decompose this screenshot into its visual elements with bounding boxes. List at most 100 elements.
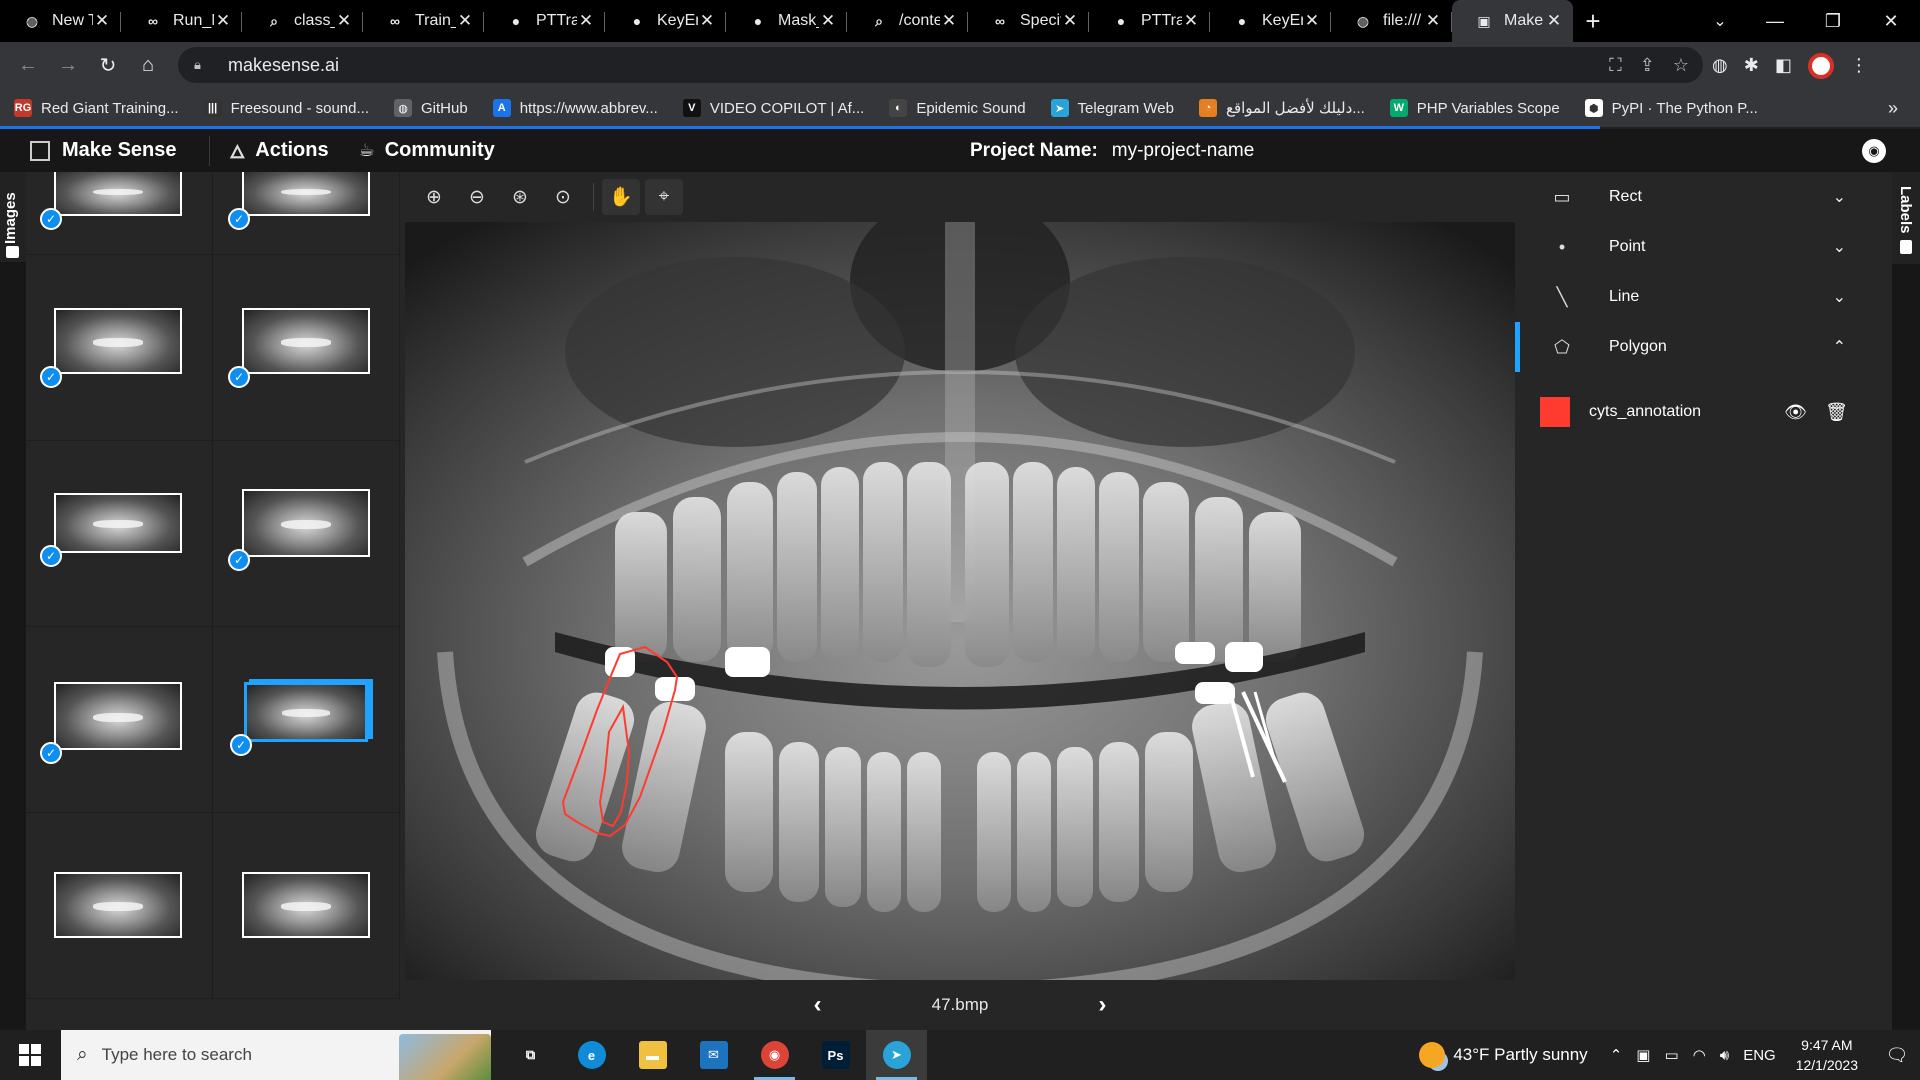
bookmark-item[interactable]: ◐ Epidemic Sound xyxy=(889,99,1026,117)
window-close-icon[interactable]: ✕ xyxy=(1862,0,1920,42)
hand-icon[interactable]: ✋ xyxy=(602,179,640,215)
forward-icon[interactable]: → xyxy=(48,46,88,86)
menu-community[interactable]: ☕ Community xyxy=(359,139,495,162)
taskbar-app[interactable]: ➤ xyxy=(866,1030,927,1080)
tab-search-icon[interactable]: ⌄ xyxy=(1700,0,1740,42)
tab-close-icon[interactable]: ✕ xyxy=(1545,11,1563,31)
bookmark-star-icon[interactable]: ☆ xyxy=(1673,55,1689,76)
chevron-down-icon[interactable]: ⌄ xyxy=(1833,287,1846,307)
previous-image-icon[interactable]: ‹ xyxy=(814,991,822,1019)
tab-close-icon[interactable]: ✕ xyxy=(819,11,837,31)
address-bar[interactable]: 🔒︎ makesense.ai ⛶ ⇪ ☆ xyxy=(178,47,1703,83)
volume-icon[interactable]: 🔊︎ xyxy=(1720,1047,1729,1064)
tab-close-icon[interactable]: ✕ xyxy=(940,11,958,31)
project-name-input[interactable]: my-project-name xyxy=(1112,140,1255,162)
translate-icon[interactable]: ⛶ xyxy=(1609,55,1622,76)
browser-tab[interactable]: ∞ Run_N✕ xyxy=(121,0,242,42)
tab-close-icon[interactable]: ✕ xyxy=(93,11,111,31)
zoom-out-icon[interactable]: ⊖ xyxy=(458,179,496,215)
chevron-down-icon[interactable]: ⌄ xyxy=(1833,237,1846,257)
battery-icon[interactable]: ▭ xyxy=(1664,1046,1678,1064)
bookmark-item[interactable]: ◍ GitHub xyxy=(394,99,468,117)
tab-close-icon[interactable]: ✕ xyxy=(335,11,353,31)
tab-close-icon[interactable]: ✕ xyxy=(1061,11,1079,31)
share-icon[interactable]: ⇪ xyxy=(1640,55,1655,76)
browser-tab[interactable]: ● Mask_✕ xyxy=(726,0,847,42)
browser-menu-icon[interactable]: ⋮ xyxy=(1850,55,1868,76)
chevron-up-icon[interactable]: ⌃ xyxy=(1610,1046,1623,1064)
bookmark-item[interactable]: Ahttps://www.abbrev... xyxy=(492,99,658,117)
browser-tab[interactable]: ⌕ class_i✕ xyxy=(242,0,363,42)
bookmark-item[interactable]: ||| Freesound - sound... xyxy=(203,99,369,117)
menu-actions[interactable]: 🜂 Actions xyxy=(230,132,329,169)
zoom-in-icon[interactable]: ⊕ xyxy=(415,179,453,215)
browser-tab[interactable]: ∞ Specif ✕ xyxy=(968,0,1089,42)
minimize-icon[interactable]: — xyxy=(1746,0,1804,42)
back-icon[interactable]: ← xyxy=(8,46,48,86)
wifi-icon[interactable]: ◠ xyxy=(1693,1046,1706,1064)
weather-widget[interactable]: 43°F Partly sunny xyxy=(1419,1042,1588,1068)
browser-tab[interactable]: ⌕ /conte ✕ xyxy=(847,0,968,42)
browser-tab[interactable]: ∞ Train_ ✕ xyxy=(363,0,484,42)
images-side-tab[interactable]: Images xyxy=(0,172,26,1030)
crosshair-icon[interactable]: ⌖ xyxy=(645,179,683,215)
taskbar-app[interactable]: ▬ xyxy=(622,1030,683,1080)
taskbar-app[interactable]: ⧉ xyxy=(500,1030,561,1080)
brand[interactable]: Make Sense xyxy=(30,139,177,162)
zoom-actual-icon[interactable]: ⊙ xyxy=(544,179,582,215)
tool-point[interactable]: • Point ⌄ xyxy=(1515,222,1892,272)
bookmark-item[interactable]: ◔ دليلك لأفضل المواقع... xyxy=(1198,99,1365,117)
browser-tab[interactable]: ● PTTra:✕ xyxy=(1089,0,1210,42)
tool-rect[interactable]: ▭ Rect ⌄ xyxy=(1515,172,1892,222)
eye-icon[interactable]: 👁︎ xyxy=(1784,402,1807,423)
github-icon[interactable]: ◉ xyxy=(1862,139,1886,163)
browser-tab[interactable]: ◍ file:///✕ xyxy=(1331,0,1452,42)
tab-close-icon[interactable]: ✕ xyxy=(698,11,716,31)
bookmark-item[interactable]: ➤ Telegram Web xyxy=(1050,99,1174,117)
tool-line[interactable]: ╲ Line ⌄ xyxy=(1515,272,1892,322)
home-icon[interactable]: ⌂ xyxy=(128,46,168,86)
chevron-down-icon[interactable]: ⌄ xyxy=(1833,187,1846,207)
bookmark-item[interactable]: V VIDEO COPILOT | Af... xyxy=(682,99,864,117)
browser-tab[interactable]: ● PTTra:✕ xyxy=(484,0,605,42)
meet-icon[interactable]: ▣ xyxy=(1636,1046,1650,1064)
bookmark-item[interactable]: RG Red Giant Training... xyxy=(14,99,179,117)
tool-polygon[interactable]: ⬠ Polygon ⌃ xyxy=(1515,322,1892,372)
label-item[interactable]: cyts_annotation 👁︎ 🗑︎ xyxy=(1515,390,1892,434)
vpn-extension-icon[interactable]: ◍ xyxy=(1712,55,1728,76)
taskbar-app[interactable]: e xyxy=(561,1030,622,1080)
zoom-fit-icon[interactable]: ⊛ xyxy=(501,179,539,215)
tab-close-icon[interactable]: ✕ xyxy=(456,11,474,31)
next-image-icon[interactable]: › xyxy=(1098,991,1106,1019)
new-tab-button[interactable]: + xyxy=(1573,0,1613,42)
taskbar-search[interactable]: ⌕ Type here to search xyxy=(61,1030,491,1080)
taskbar-app[interactable]: ✉ xyxy=(683,1030,744,1080)
browser-tab[interactable]: ● KeyEr ✕ xyxy=(605,0,726,42)
chevron-up-icon[interactable]: ⌃ xyxy=(1833,337,1846,357)
profile-avatar[interactable] xyxy=(1807,52,1834,79)
image-canvas[interactable] xyxy=(405,222,1515,980)
bookmark-item[interactable]: ⬢ PyPI · The Python P... xyxy=(1584,99,1758,117)
browser-tab[interactable]: ● KeyEr ✕ xyxy=(1210,0,1331,42)
tab-close-icon[interactable]: ✕ xyxy=(577,11,595,31)
start-button[interactable] xyxy=(0,1030,60,1080)
restore-icon[interactable]: ❐ xyxy=(1804,0,1862,42)
browser-tab[interactable]: ▣ Make ✕ xyxy=(1452,0,1573,42)
tab-close-icon[interactable]: ✕ xyxy=(1303,11,1321,31)
reload-icon[interactable]: ↻ xyxy=(88,46,128,86)
extensions-puzzle-icon[interactable]: ✱ xyxy=(1744,55,1759,76)
tab-close-icon[interactable]: ✕ xyxy=(1182,11,1200,31)
tab-close-icon[interactable]: ✕ xyxy=(214,11,232,31)
taskbar-app[interactable]: ◉ xyxy=(744,1030,805,1080)
label-color-swatch[interactable] xyxy=(1540,397,1570,427)
taskbar-app[interactable]: Ps xyxy=(805,1030,866,1080)
clock[interactable]: 9:47 AM 12/1/2023 xyxy=(1796,1035,1858,1075)
bookmark-item[interactable]: W PHP Variables Scope xyxy=(1389,99,1560,117)
labels-side-tab[interactable]: Labels xyxy=(1892,172,1920,1030)
tab-close-icon[interactable]: ✕ xyxy=(1424,11,1442,31)
language-indicator[interactable]: ENG xyxy=(1743,1047,1776,1064)
browser-tab[interactable]: ◍ New T✕ xyxy=(0,0,121,42)
bookmarks-overflow-icon[interactable]: » xyxy=(1888,98,1898,119)
side-panel-icon[interactable]: ◧ xyxy=(1775,55,1792,76)
delete-icon[interactable]: 🗑︎ xyxy=(1825,402,1848,423)
